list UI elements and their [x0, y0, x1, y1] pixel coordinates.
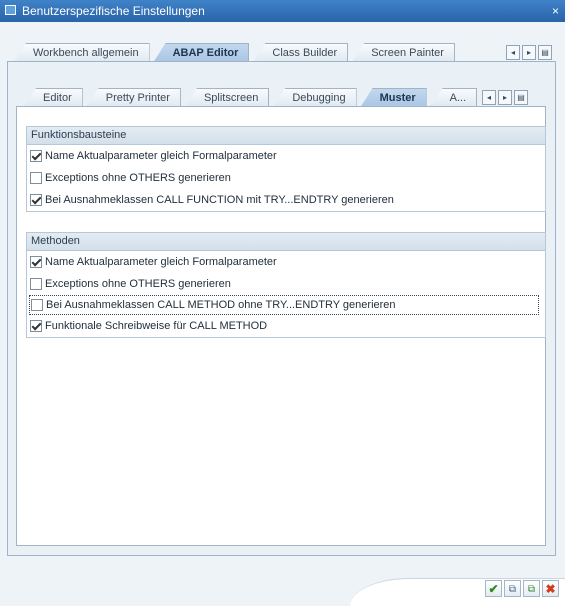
sub-scroll-right-icon[interactable]: ▸	[498, 90, 512, 105]
tab-muster[interactable]: Muster	[360, 88, 427, 107]
checkbox[interactable]	[30, 194, 42, 206]
option-row: Name Aktualparameter gleich Formalparame…	[27, 251, 545, 273]
sub-tab-strip: Editor Pretty Printer Splitscreen Debugg…	[24, 88, 481, 107]
copy-icon[interactable]: ⧉	[504, 580, 521, 597]
sub-scroll-left-icon[interactable]: ◂	[482, 90, 496, 105]
group-funktionsbausteine: Funktionsbausteine Name Aktualparameter …	[26, 126, 546, 212]
tab-editor[interactable]: Editor	[24, 88, 83, 107]
group-title: Funktionsbausteine	[27, 127, 545, 145]
option-label: Exceptions ohne OTHERS generieren	[45, 278, 231, 290]
copy-settings-icon[interactable]: ⧉	[523, 580, 540, 597]
scroll-right-icon[interactable]: ▸	[522, 45, 536, 60]
title-bar: Benutzerspezifische Einstellungen ×	[0, 0, 565, 22]
option-row: Exceptions ohne OTHERS generieren	[27, 273, 545, 295]
tab-splitscreen[interactable]: Splitscreen	[184, 88, 270, 107]
option-row-focused: Bei Ausnahmeklassen CALL METHOD ohne TRY…	[29, 295, 539, 315]
tab-class-builder[interactable]: Class Builder	[253, 43, 349, 62]
option-label: Funktionale Schreibweise für CALL METHOD	[45, 320, 268, 332]
tab-pretty-printer[interactable]: Pretty Printer	[86, 88, 181, 107]
option-label: Bei Ausnahmeklassen CALL METHOD ohne TRY…	[46, 299, 396, 311]
dialog-footer	[0, 560, 565, 607]
option-label: Name Aktualparameter gleich Formalparame…	[45, 256, 277, 268]
checkbox[interactable]	[30, 320, 42, 332]
tab-workbench-allgemein[interactable]: Workbench allgemein	[14, 43, 150, 62]
sub-tab-nav: ◂ ▸ ▤	[482, 90, 528, 105]
cancel-button[interactable]: ✖	[542, 580, 559, 597]
tab-abap-editor[interactable]: ABAP Editor	[153, 43, 250, 62]
main-tab-nav: ◂ ▸ ▤	[506, 45, 552, 60]
option-row: Bei Ausnahmeklassen CALL FUNCTION mit TR…	[27, 189, 545, 211]
tab-screen-painter[interactable]: Screen Painter	[352, 43, 455, 62]
option-row: Name Aktualparameter gleich Formalparame…	[27, 145, 545, 167]
window-icon	[5, 5, 16, 15]
group-methoden: Methoden Name Aktualparameter gleich For…	[26, 232, 546, 338]
checkbox[interactable]	[30, 278, 42, 290]
option-label: Exceptions ohne OTHERS generieren	[45, 172, 231, 184]
option-row: Funktionale Schreibweise für CALL METHOD	[27, 315, 545, 337]
settings-dialog: Benutzerspezifische Einstellungen × Work…	[0, 0, 565, 607]
close-icon[interactable]: ×	[552, 0, 559, 22]
option-label: Name Aktualparameter gleich Formalparame…	[45, 150, 277, 162]
scroll-left-icon[interactable]: ◂	[506, 45, 520, 60]
group-title: Methoden	[27, 233, 545, 251]
checkbox[interactable]	[31, 299, 43, 311]
option-row: Exceptions ohne OTHERS generieren	[27, 167, 545, 189]
checkbox[interactable]	[30, 256, 42, 268]
sub-tab-list-icon[interactable]: ▤	[514, 90, 528, 105]
ok-button[interactable]: ✔	[485, 580, 502, 597]
window-title: Benutzerspezifische Einstellungen	[22, 4, 205, 18]
tab-list-icon[interactable]: ▤	[538, 45, 552, 60]
footer-buttons: ✔ ⧉ ⧉ ✖	[485, 580, 559, 597]
tab-debugging[interactable]: Debugging	[273, 88, 357, 107]
checkbox[interactable]	[30, 150, 42, 162]
main-tab-strip: Workbench allgemein ABAP Editor Class Bu…	[14, 43, 459, 62]
tab-more[interactable]: A...	[430, 88, 478, 107]
checkbox[interactable]	[30, 172, 42, 184]
option-label: Bei Ausnahmeklassen CALL FUNCTION mit TR…	[45, 194, 394, 206]
